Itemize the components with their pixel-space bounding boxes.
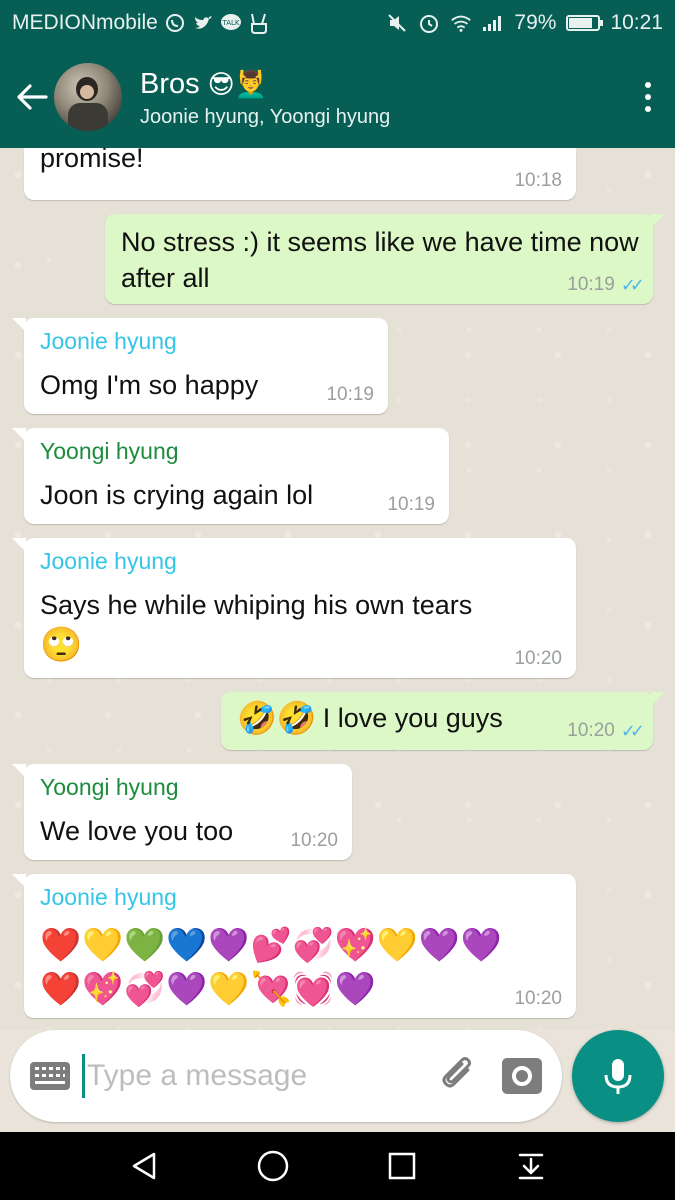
laughing-emoji: 🤣🤣 — [237, 700, 317, 736]
clock: 10:21 — [610, 11, 663, 34]
sender-name: Yoongi hyung — [40, 438, 179, 464]
microphone-icon — [604, 1059, 632, 1094]
message-bubble-incoming[interactable]: Joonie hyung ❤️💛💚💙💜💕💞💖💛💜💜 ❤️💖💞💜💛💘💓💜 10:2… — [12, 874, 576, 1018]
message-list[interactable]: promise! 10:18 No stress :) it seems lik… — [0, 148, 675, 1030]
message-text: Joon is crying again lol — [40, 480, 314, 510]
message-text: Says he while whiping his own tears — [40, 590, 473, 620]
triangle-back-icon — [133, 1152, 156, 1180]
overflow-menu-button[interactable] — [621, 46, 675, 148]
more-vertical-icon — [645, 82, 651, 112]
group-title: Bros — [140, 67, 200, 100]
square-recents-icon — [388, 1152, 416, 1180]
peace-icon — [248, 12, 270, 34]
message-text: promise! — [40, 148, 144, 173]
voice-message-button[interactable] — [572, 1030, 664, 1122]
alarm-icon — [418, 12, 440, 34]
message-time: 10:19 — [326, 384, 374, 405]
message-time: 10:20 — [567, 720, 615, 741]
arrow-left-icon — [17, 84, 48, 110]
title-emoji: 😎💆‍♂️ — [207, 68, 268, 99]
pull-down-icon — [518, 1153, 543, 1180]
mute-icon — [386, 12, 408, 34]
message-time: 10:20 — [514, 648, 562, 669]
chat-header: Bros 😎💆‍♂️ Joonie hyung, Yoongi hyung — [0, 46, 675, 148]
message-text: I love you guys — [322, 703, 503, 733]
message-bubble-incoming[interactable]: Yoongi hyung We love you too 10:20 — [12, 764, 352, 860]
double-check-icon: ✓✓ — [620, 274, 645, 295]
message-bubble-outgoing[interactable]: No stress :) it seems like we have time … — [105, 214, 665, 304]
whatsapp-icon — [164, 12, 186, 34]
message-time: 10:19 — [387, 494, 435, 515]
nav-back-button[interactable] — [124, 1146, 164, 1186]
svg-text:TALK: TALK — [221, 19, 239, 27]
message-input[interactable]: Type a message — [87, 1059, 307, 1093]
sender-name: Joonie hyung — [40, 884, 177, 910]
system-nav-bar — [0, 1132, 675, 1200]
keyboard-icon[interactable] — [30, 1062, 70, 1090]
message-time: 10:20 — [514, 988, 562, 1009]
message-time: 10:20 — [290, 830, 338, 851]
eye-roll-emoji: 🙄 — [40, 626, 83, 664]
message-time: 10:18 — [514, 170, 562, 191]
heart-emojis-line-2: ❤️💖💞💜💛💘💓💜 — [40, 970, 377, 1007]
message-bubble-incoming[interactable]: promise! 10:18 — [24, 148, 576, 200]
battery-percent: 79% — [514, 11, 557, 34]
battery-icon — [566, 15, 604, 31]
group-info[interactable]: Bros 😎💆‍♂️ Joonie hyung, Yoongi hyung — [140, 66, 390, 129]
nav-recents-button[interactable] — [382, 1146, 422, 1186]
message-composer: Type a message — [10, 1030, 562, 1122]
message-bubble-incoming[interactable]: Yoongi hyung Joon is crying again lol 10… — [12, 428, 449, 524]
status-bar: MEDIONmobile TALK 79% 10:21 — [0, 0, 675, 46]
text-cursor — [82, 1054, 85, 1098]
message-bubble-outgoing[interactable]: 🤣🤣 I love you guys 10:20 ✓✓ — [221, 692, 665, 750]
paperclip-icon — [442, 1057, 471, 1088]
sender-name: Joonie hyung — [40, 548, 177, 574]
nav-notifications-button[interactable] — [511, 1146, 551, 1186]
heart-emojis-line-1: ❤️💛💚💙💜💕💞💖💛💜💜 — [40, 926, 503, 963]
carrier-label: MEDIONmobile — [12, 11, 158, 34]
group-avatar[interactable] — [54, 63, 122, 131]
sender-name: Joonie hyung — [40, 328, 177, 354]
circle-home-icon — [257, 1150, 289, 1182]
message-text: No stress :) it seems like we have time … — [121, 227, 639, 293]
twitter-icon — [192, 12, 214, 34]
message-time: 10:19 — [567, 274, 615, 295]
double-check-icon: ✓✓ — [620, 720, 645, 741]
group-members: Joonie hyung, Yoongi hyung — [140, 105, 391, 128]
message-bubble-incoming[interactable]: Joonie hyung Omg I'm so happy 10:19 — [12, 318, 388, 414]
sender-name: Yoongi hyung — [40, 774, 179, 800]
message-bubble-incoming[interactable]: Joonie hyung Says he while whiping his o… — [12, 538, 576, 678]
attach-button[interactable] — [440, 1056, 480, 1096]
signal-icon — [482, 12, 504, 34]
back-button[interactable] — [0, 46, 54, 148]
message-text: Omg I'm so happy — [40, 370, 259, 400]
camera-icon[interactable] — [502, 1058, 542, 1094]
talk-icon: TALK — [220, 12, 242, 34]
nav-home-button[interactable] — [253, 1146, 293, 1186]
wifi-icon — [450, 12, 472, 34]
